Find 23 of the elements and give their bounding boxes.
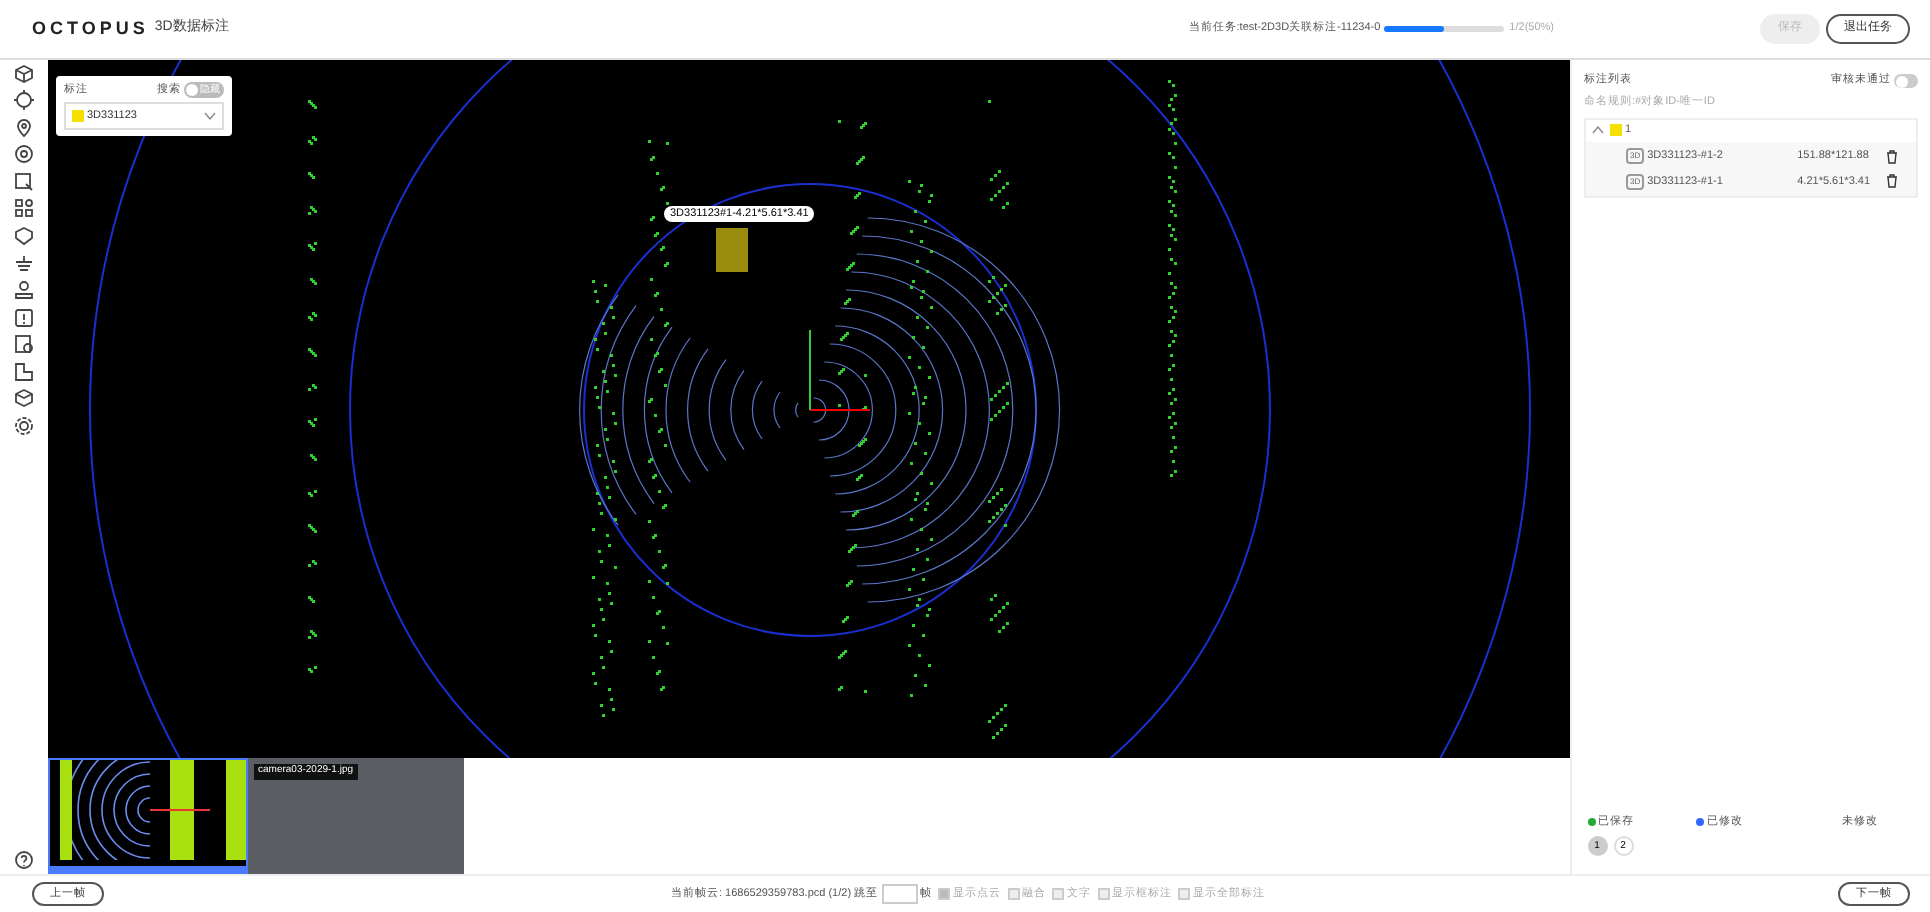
checkbox[interactable] bbox=[1052, 888, 1065, 900]
checkbox[interactable] bbox=[938, 888, 951, 900]
progress-bar bbox=[1383, 26, 1504, 32]
cube-icon[interactable] bbox=[14, 63, 34, 83]
pin-icon[interactable] bbox=[14, 117, 34, 138]
trash-icon[interactable] bbox=[1885, 174, 1898, 189]
checkbox[interactable] bbox=[1007, 888, 1020, 900]
help-icon[interactable] bbox=[14, 849, 34, 870]
alert-icon[interactable] bbox=[14, 307, 34, 328]
pointcloud-thumbnail[interactable] bbox=[48, 758, 248, 874]
caret-icon bbox=[204, 111, 216, 120]
review-toggle[interactable] bbox=[1894, 73, 1918, 88]
chevron-icon[interactable] bbox=[1592, 126, 1604, 135]
cube-icon[interactable] bbox=[14, 388, 34, 409]
checkbox[interactable] bbox=[1097, 888, 1110, 900]
shape-icon[interactable] bbox=[14, 361, 34, 382]
app-logo: OCTOPUS bbox=[32, 15, 149, 42]
frame-input[interactable] bbox=[881, 884, 918, 904]
grid-icon[interactable] bbox=[14, 198, 34, 219]
target-icon[interactable] bbox=[14, 144, 34, 165]
checkbox[interactable] bbox=[1178, 888, 1191, 900]
trash-icon[interactable] bbox=[1885, 149, 1898, 164]
select-box-icon[interactable] bbox=[14, 171, 34, 192]
